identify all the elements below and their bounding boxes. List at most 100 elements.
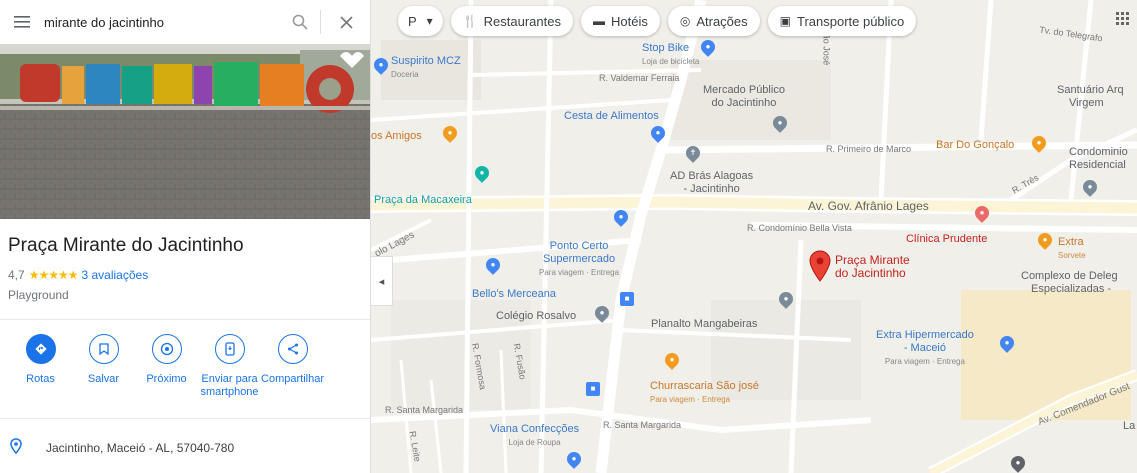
school-marker-icon[interactable]: ● xyxy=(592,303,612,323)
poi-stop-bike[interactable]: Stop Bike Loja de bicicleta xyxy=(642,42,699,68)
directions-button[interactable]: Rotas xyxy=(12,334,69,399)
market-marker-icon[interactable]: ● xyxy=(770,113,790,133)
menu-icon[interactable] xyxy=(0,0,44,44)
street-label: R. Santa Margarida xyxy=(603,420,682,430)
collapse-panel-button[interactable]: ◂ xyxy=(371,256,393,306)
bus-stop-icon[interactable]: ■ xyxy=(586,382,600,396)
send-to-phone-label: Enviar para smartphone xyxy=(200,373,259,398)
apps-grid-icon[interactable] xyxy=(1116,12,1130,29)
share-label: Compartilhar xyxy=(261,373,324,385)
poi-bar-goncalo[interactable]: Bar Do Gonçalo xyxy=(936,139,1014,152)
poi-extra-hiper[interactable]: Extra Hipermercado - Maceió Para viagem · … xyxy=(876,329,974,368)
poi-extra-sorvete[interactable]: Extra Sorvete xyxy=(1058,236,1086,262)
poi-name: Viana Confecções xyxy=(490,423,580,435)
poi-mercado[interactable]: Mercado Público do Jacintinho xyxy=(703,84,785,110)
nearby-button[interactable]: Próximo xyxy=(138,334,195,399)
grocery-marker-icon[interactable]: ● xyxy=(648,123,668,143)
grocery-marker-icon[interactable]: ● xyxy=(483,255,503,275)
church-marker-icon[interactable]: ✝ xyxy=(683,143,703,163)
street-label: La xyxy=(1123,420,1136,432)
chip-attractions[interactable]: ◎ Atrações xyxy=(667,6,760,36)
search-bar xyxy=(0,0,370,44)
place-photo[interactable] xyxy=(0,44,370,219)
selected-place-pin[interactable] xyxy=(809,250,831,287)
poi-suspirito[interactable]: Suspirito MCZ Doceria xyxy=(391,55,461,81)
bakery-marker-icon[interactable]: ● xyxy=(371,55,391,75)
send-to-phone-button[interactable]: Enviar para smartphone xyxy=(200,334,259,399)
shop-marker-icon[interactable]: ● xyxy=(698,37,718,57)
poi-sub: Para viagem · Entrega xyxy=(539,268,620,277)
chip-hotels[interactable]: ▬ Hotéis xyxy=(580,6,660,36)
poi-santuario[interactable]: Santuário Arq Virgem xyxy=(1057,84,1124,110)
bus-stop-icon[interactable]: ■ xyxy=(620,292,634,306)
chip-label: Restaurantes xyxy=(483,13,561,29)
bar-marker-icon[interactable]: ● xyxy=(1029,133,1049,153)
restaurant-marker-icon[interactable]: ● xyxy=(662,350,682,370)
fork-knife-icon: 🍴 xyxy=(462,14,478,28)
poi-sub: Sorvete xyxy=(1058,251,1086,260)
neighborhood-marker-icon[interactable]: ● xyxy=(776,289,796,309)
search-input[interactable] xyxy=(44,7,280,37)
chip-label: Hotéis xyxy=(610,13,648,29)
poi-planalto[interactable]: Planalto Mangabeiras xyxy=(651,318,757,331)
save-button[interactable]: Salvar xyxy=(75,334,132,399)
poi-ad-bras[interactable]: AD Brás Alagoas - Jacintinho xyxy=(670,170,753,196)
icecream-marker-icon[interactable]: ● xyxy=(1035,230,1055,250)
place-category[interactable]: Playground xyxy=(8,288,69,302)
supermarket-marker-icon[interactable]: ● xyxy=(611,207,631,227)
poi-praca-mirante[interactable]: Praça Mirante do Jacintinho xyxy=(835,254,910,280)
poi-clinica[interactable]: Clínica Prudente xyxy=(906,233,987,246)
reviews-link[interactable]: 3 avaliações xyxy=(81,268,148,282)
chip-label: Atrações xyxy=(696,13,748,29)
poi-colegio[interactable]: Colégio Rosalvo xyxy=(496,310,576,323)
poi-name: Santuário Arq xyxy=(1057,84,1124,96)
chip-label: Transporte público xyxy=(796,13,905,29)
poi-viana[interactable]: Viana Confecções Loja de Roupa xyxy=(490,423,579,449)
poi-complexo[interactable]: Complexo de Deleg Especializadas - xyxy=(1021,270,1118,296)
camera-icon: ◎ xyxy=(679,14,691,28)
poi-name-2: - Jacintinho xyxy=(683,183,740,195)
poi-cesta[interactable]: Cesta de Alimentos xyxy=(564,110,659,123)
supermarket-marker-icon[interactable]: ● xyxy=(997,333,1017,353)
chevron-left-icon: ◂ xyxy=(378,275,385,288)
rating-stars: ★★★★★ xyxy=(28,268,79,282)
poi-name: Churrascaria São josé xyxy=(650,380,759,392)
layers-label: P xyxy=(408,13,417,29)
address-row[interactable]: Jacintinho, Maceió - AL, 57040-780 xyxy=(8,438,234,457)
food-marker-icon[interactable]: ● xyxy=(440,123,460,143)
poi-bellos[interactable]: Bello's Merceana xyxy=(472,288,556,301)
poi-sub: Loja de Roupa xyxy=(508,438,561,447)
poi-name: Suspirito MCZ xyxy=(391,55,461,67)
poi-name: AD Brás Alagoas xyxy=(670,170,754,182)
chevron-down-icon: ▾ xyxy=(426,14,433,28)
poi-name: Mercado Público xyxy=(703,84,785,96)
place-title: Praça Mirante do Jacintinho xyxy=(8,235,244,256)
chip-restaurants[interactable]: 🍴 Restaurantes xyxy=(450,6,573,36)
poi-amigos[interactable]: os Amigos xyxy=(371,130,422,143)
location-pin-icon xyxy=(8,438,24,457)
poi-praca-macaxeira[interactable]: Praça da Macaxeira xyxy=(374,194,472,207)
poi-sub: Doceria xyxy=(391,70,419,79)
poi-name-2: do Jacintinho xyxy=(711,97,777,109)
chip-transit[interactable]: ▣ Transporte público xyxy=(767,6,917,36)
bus-icon: ▣ xyxy=(779,14,791,28)
poi-condominio[interactable]: Condominio Residencial xyxy=(1069,146,1128,172)
share-button[interactable]: Compartilhar xyxy=(261,334,324,399)
residential-marker-icon[interactable]: ● xyxy=(1080,177,1100,197)
poi-name: Extra Hipermercado xyxy=(876,329,974,341)
street-label: R. Santa Margarida xyxy=(385,405,464,415)
marker-icon[interactable]: ● xyxy=(1008,453,1028,473)
divider xyxy=(0,418,370,419)
poi-name: Praça Mirante xyxy=(835,253,910,267)
share-icon xyxy=(277,334,308,364)
address-text: Jacintinho, Maceió - AL, 57040-780 xyxy=(46,440,235,455)
map-canvas[interactable]: R. Valdemar Ferraia R. Primeiro de Marco… xyxy=(371,0,1137,473)
search-icon[interactable] xyxy=(280,0,320,44)
clothing-marker-icon[interactable]: ● xyxy=(564,449,584,469)
poi-churrascaria[interactable]: Churrascaria São josé Para viagem · Entre… xyxy=(650,380,759,406)
close-icon[interactable] xyxy=(321,0,370,44)
park-marker-icon[interactable]: ● xyxy=(472,163,492,183)
clinic-marker-icon[interactable]: ● xyxy=(972,203,992,223)
poi-ponto-certo[interactable]: Ponto Certo Supermercado Para viagem · Ent… xyxy=(539,240,619,279)
layers-chip[interactable]: P ▾ xyxy=(398,6,443,36)
